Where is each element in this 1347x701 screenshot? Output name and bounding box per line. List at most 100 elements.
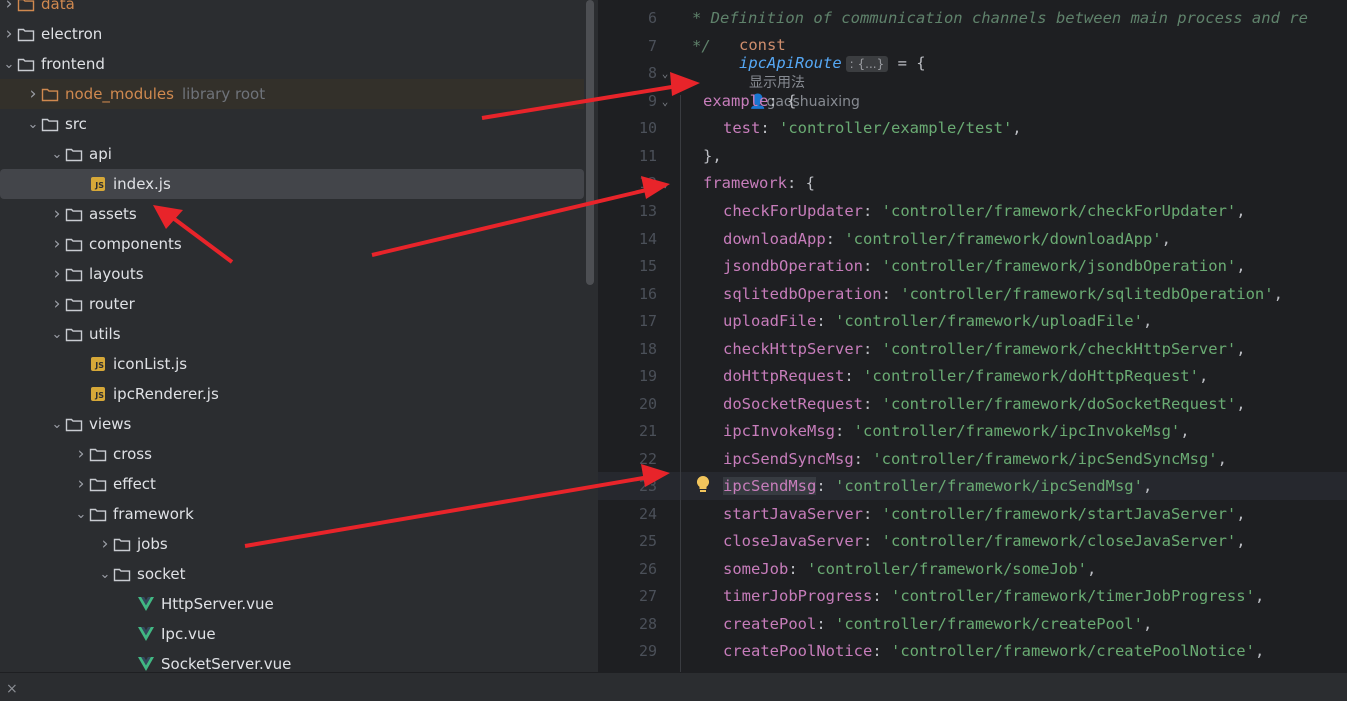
chevron-right-icon[interactable]: › [49, 259, 65, 289]
code-line[interactable]: 22 ipcSendSyncMsg: 'controller/framework/… [598, 445, 1347, 473]
chevron-right-icon[interactable]: › [49, 229, 65, 259]
code-line[interactable]: 18 checkHttpServer: 'controller/framework… [598, 335, 1347, 363]
line-number: 14 [638, 229, 657, 248]
tree-item[interactable]: ⌄ api [0, 139, 584, 169]
line-number: 13 [638, 202, 657, 220]
chevron-right-icon[interactable]: › [97, 529, 113, 559]
tree-item[interactable]: ⌄ src [0, 109, 584, 139]
chevron-right-icon[interactable]: › [25, 79, 41, 109]
tree-item-label: ipcRenderer.js [113, 385, 219, 403]
code-line[interactable]: 25 closeJavaServer: 'controller/framework… [598, 527, 1347, 555]
code-line-8[interactable]: 8 ⌄ const ipcApiRoute: {...} = { 显示用法 👤g… [598, 36, 1347, 110]
code-line[interactable]: 27 timerJobProgress: 'controller/framewor… [598, 582, 1347, 610]
code-line-9[interactable]: 9 ⌄ example: { [598, 87, 1347, 115]
code-content: checkHttpServer: 'controller/framework/c… [723, 340, 1246, 358]
tree-item[interactable]: › router [0, 289, 584, 319]
tree-item[interactable]: › jobs [0, 529, 584, 559]
code-line[interactable]: 17 uploadFile: 'controller/framework/uplo… [598, 307, 1347, 335]
code-line[interactable]: 28 createPool: 'controller/framework/crea… [598, 610, 1347, 638]
code-line[interactable]: 21 ipcInvokeMsg: 'controller/framework/ip… [598, 417, 1347, 445]
inlay-type-hint[interactable]: : {...} [845, 55, 889, 72]
chevron-right-icon[interactable]: › [1, 0, 17, 19]
tree-item-hint: library root [181, 85, 266, 103]
tree-scrollbar[interactable] [586, 0, 594, 285]
lightbulb-icon[interactable] [696, 475, 710, 495]
code-line[interactable]: 23 ipcSendMsg: 'controller/framework/ipcS… [598, 472, 1347, 500]
line-number: 15 [638, 257, 657, 275]
code-line[interactable]: 19 doHttpRequest: 'controller/framework/d… [598, 362, 1347, 390]
chevron-right-icon[interactable]: › [49, 199, 65, 229]
close-icon[interactable]: × [6, 681, 18, 697]
tree-item[interactable]: JS ipcRenderer.js [0, 379, 584, 409]
punctuation: , [1180, 422, 1190, 440]
tree-item[interactable]: › node_modules library root [0, 79, 584, 109]
tree-item[interactable]: › layouts [0, 259, 584, 289]
assign-open: = { [888, 54, 926, 72]
fold-chevron-icon[interactable]: ⌄ [658, 95, 672, 108]
code-line-11[interactable]: 11 }, [598, 142, 1347, 170]
code-line[interactable]: 20 doSocketRequest: 'controller/framework… [598, 390, 1347, 418]
tree-item[interactable]: ⌄ frontend [0, 49, 584, 79]
punctuation: , [1161, 229, 1171, 248]
punctuation: , [1236, 202, 1246, 220]
vue-file-icon [137, 589, 155, 619]
code-line[interactable]: 13 checkForUpdater: 'controller/framework… [598, 197, 1347, 225]
string-value: 'controller/framework/timerJobProgress' [890, 587, 1255, 605]
punctuation: , [1236, 504, 1246, 523]
fold-chevron-icon[interactable]: ⌄ [658, 177, 672, 190]
string-value: 'controller/framework/createPool' [835, 614, 1143, 633]
chevron-right-icon[interactable]: › [73, 469, 89, 499]
tree-item[interactable]: › assets [0, 199, 584, 229]
tree-item[interactable]: ⌄ views [0, 409, 584, 439]
code-line-12[interactable]: 12 ⌄ framework: { [598, 169, 1347, 197]
punctuation: , [1217, 449, 1227, 468]
tree-item[interactable]: › effect [0, 469, 584, 499]
tree-item[interactable]: JS index.js [0, 169, 584, 199]
tree-item-label: socket [137, 565, 186, 583]
chevron-down-icon[interactable]: ⌄ [25, 109, 41, 139]
chevron-right-icon[interactable]: › [73, 439, 89, 469]
code-line[interactable]: 29 createPoolNotice: 'controller/framewor… [598, 637, 1347, 665]
tree-item[interactable]: › data [0, 0, 584, 19]
js-file-icon: JS [89, 169, 107, 199]
tree-item[interactable]: Ipc.vue [0, 619, 584, 649]
line-number: 20 [638, 394, 657, 413]
chevron-right-icon[interactable]: › [1, 19, 17, 49]
property-key: sqlitedbOperation [723, 284, 882, 303]
tree-item[interactable]: JS iconList.js [0, 349, 584, 379]
property-key: jsondbOperation [723, 257, 863, 275]
chevron-down-icon[interactable]: ⌄ [49, 409, 65, 439]
chevron-down-icon[interactable]: ⌄ [1, 49, 17, 79]
tree-item[interactable]: HttpServer.vue [0, 589, 584, 619]
code-line[interactable]: 15 jsondbOperation: 'controller/framework… [598, 252, 1347, 280]
property-key: test [723, 119, 761, 137]
js-file-icon: JS [89, 349, 107, 379]
tree-item[interactable]: ⌄ framework [0, 499, 584, 529]
code-editor[interactable]: 6 * Definition of communication channels… [598, 0, 1347, 672]
string-value: 'controller/framework/ipcSendMsg' [835, 477, 1143, 495]
tree-item[interactable]: ⌄ socket [0, 559, 584, 589]
property-key: framework [703, 174, 787, 192]
chevron-down-icon[interactable]: ⌄ [73, 499, 89, 529]
tree-item[interactable]: SocketServer.vue [0, 649, 584, 672]
vue-file-icon [137, 619, 155, 649]
code-line[interactable]: 16 sqlitedbOperation: 'controller/framewo… [598, 280, 1347, 308]
tree-item-label: router [89, 295, 135, 313]
chevron-down-icon[interactable]: ⌄ [97, 559, 113, 589]
code-line-10[interactable]: 10 test: 'controller/example/test', [598, 114, 1347, 142]
property-key: someJob [723, 559, 789, 578]
tree-item[interactable]: › components [0, 229, 584, 259]
chevron-down-icon[interactable]: ⌄ [49, 139, 65, 169]
code-content: jsondbOperation: 'controller/framework/j… [723, 257, 1246, 275]
fold-chevron-icon[interactable]: ⌄ [658, 67, 672, 80]
code-line[interactable]: 26 someJob: 'controller/framework/someJob… [598, 555, 1347, 583]
chevron-right-icon[interactable]: › [49, 289, 65, 319]
code-line[interactable]: 14 downloadApp: 'controller/framework/dow… [598, 225, 1347, 253]
tree-item[interactable]: ⌄ utils [0, 319, 584, 349]
tree-item[interactable]: › cross [0, 439, 584, 469]
tree-item[interactable]: › electron [0, 19, 584, 49]
code-content: timerJobProgress: 'controller/framework/… [723, 587, 1264, 605]
code-line[interactable]: 24 startJavaServer: 'controller/framework… [598, 500, 1347, 528]
chevron-down-icon[interactable]: ⌄ [49, 319, 65, 349]
